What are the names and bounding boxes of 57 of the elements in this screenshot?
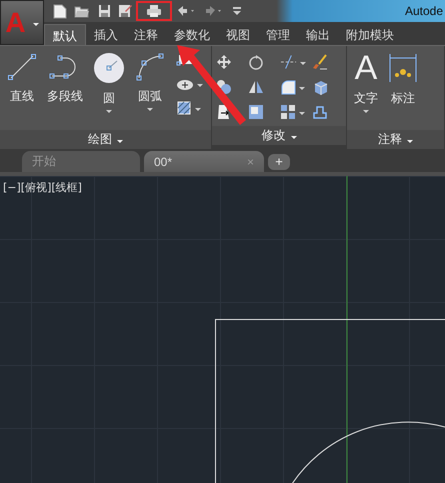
ribbon-tool-button[interactable]: 圆 (89, 50, 129, 126)
dropdown-caret-icon (195, 108, 201, 111)
new-tab-button[interactable]: + (268, 154, 290, 170)
ellipse-icon (176, 77, 194, 91)
printer-icon (146, 4, 162, 18)
circle-icon (93, 52, 125, 84)
dropdown-caret-icon (147, 108, 153, 111)
dimension-icon (388, 52, 418, 84)
scale-squares-icon (248, 104, 264, 120)
dropdown-caret-icon (300, 62, 306, 65)
ribbon-tab[interactable]: 参数化 (166, 24, 218, 45)
dropdown-caret-icon (363, 110, 369, 113)
viewport-controls-label[interactable]: [−][俯视][线框] (3, 180, 82, 195)
panel-title-button[interactable]: 绘图 (0, 130, 211, 149)
dropdown-caret-icon (197, 84, 203, 87)
line-icon (7, 52, 37, 82)
trim-icon (280, 54, 297, 70)
disk-pencil-icon (118, 4, 132, 18)
panel-title-button[interactable]: 修改 (212, 126, 346, 145)
ribbon-tab[interactable]: 注释 (126, 24, 166, 45)
fillet-icon (280, 79, 296, 95)
highlighted-print-button[interactable] (136, 1, 172, 21)
ribbon-tool-button[interactable] (279, 102, 307, 122)
ribbon-tab[interactable]: 附加模块 (338, 24, 402, 45)
new-file-icon (53, 4, 67, 18)
ribbon-tab[interactable]: 插入 (86, 24, 126, 45)
ribbon-tab[interactable]: 管理 (258, 24, 298, 45)
undo-arrow-icon (176, 5, 196, 17)
window-title: Autode (404, 4, 443, 18)
ribbon-tab[interactable]: 输出 (298, 24, 338, 45)
ribbon-tool-button[interactable]: 标注 (384, 50, 422, 126)
ribbon-tool-button[interactable]: 圆弧 (131, 50, 169, 126)
dropdown-caret-icon (299, 112, 305, 115)
redo-arrow-icon (203, 5, 223, 17)
cube-icon (312, 79, 328, 95)
ribbon-tool-button[interactable]: 直线 (3, 50, 41, 126)
ribbon-tab[interactable]: 视图 (218, 24, 258, 45)
ribbon-tab[interactable]: 默认 (44, 24, 86, 45)
arc-icon (135, 52, 165, 82)
folder-icon (74, 4, 90, 18)
customize-icon (232, 6, 242, 16)
text-letter-icon: A (354, 52, 378, 84)
array-icon (280, 104, 296, 120)
panel-title-button[interactable]: 注释 (347, 130, 444, 149)
mirror-icon (248, 79, 264, 95)
hatch-icon (176, 100, 192, 116)
ribbon-tool-button[interactable]: 多段线 (43, 50, 87, 126)
rotate-icon (248, 54, 264, 70)
document-tab[interactable]: 00* × (144, 151, 264, 172)
ribbon-tool-button[interactable]: A 文字 (350, 50, 382, 126)
drawing-canvas[interactable]: [−][俯视][线框] (0, 176, 445, 483)
move-arrows-icon (216, 54, 232, 70)
offset-icon (312, 104, 328, 120)
dropdown-caret-icon (299, 87, 305, 90)
dropdown-caret-icon (106, 110, 112, 113)
stretch-icon (216, 104, 232, 120)
brush-icon (312, 54, 328, 70)
